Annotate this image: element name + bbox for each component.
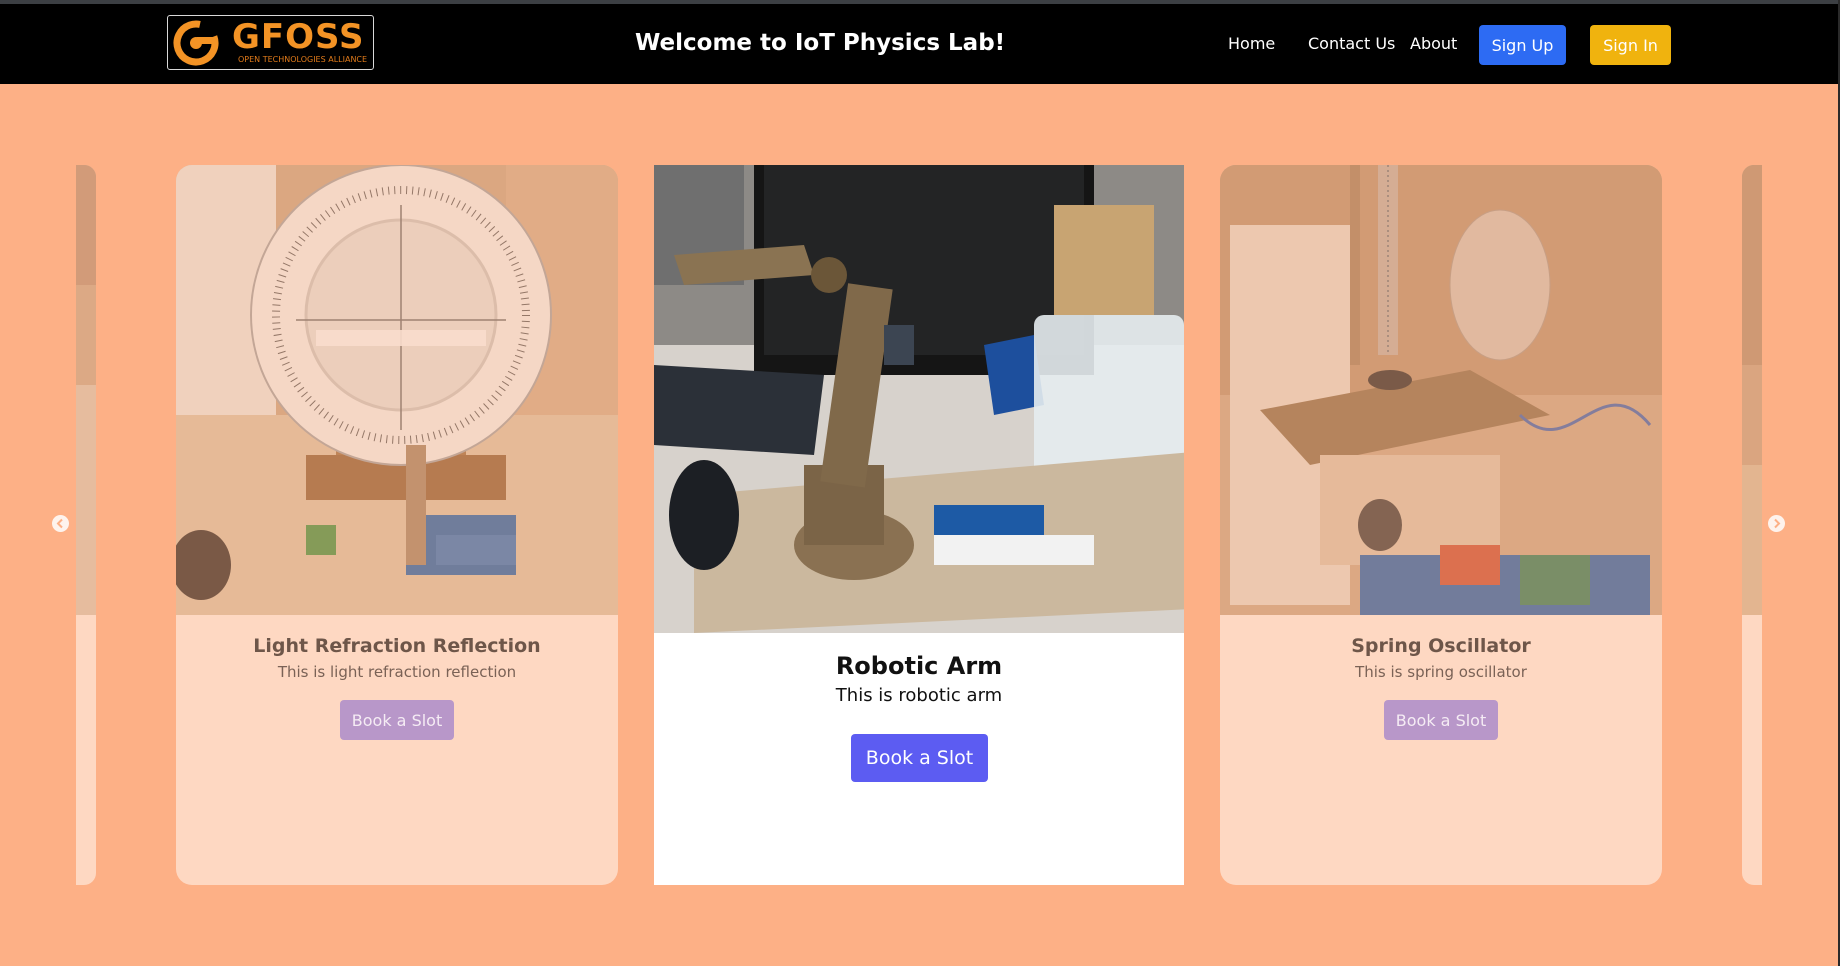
gfoss-logo[interactable]: GFOSS OPEN TECHNOLOGIES ALLIANCE [167, 15, 374, 70]
spring-oscillator-apparatus-photo [1220, 165, 1662, 615]
logo-subtext: OPEN TECHNOLOGIES ALLIANCE [238, 55, 368, 64]
card-title: Spring Oscillator [1351, 635, 1531, 657]
card-description: This is spring oscillator [1355, 663, 1527, 681]
carousel-next-button[interactable] [1768, 515, 1785, 532]
card-description: This is light refraction reflection [277, 663, 517, 681]
experiment-card-robotic-arm: Robotic Arm This is robotic arm Book a S… [654, 165, 1184, 885]
nav-contact-link[interactable]: Contact Us [1308, 34, 1395, 54]
experiment-card-light-refraction: Light Refraction Reflection This is ligh… [176, 165, 618, 885]
nav-home-link[interactable]: Home [1228, 34, 1275, 54]
robotic-arm-arduino-photo [654, 165, 1184, 633]
carousel-prev-button[interactable] [52, 515, 69, 532]
carousel: Light Refraction Reflection This is ligh… [0, 84, 1838, 966]
book-slot-button[interactable]: Book a Slot [1384, 700, 1498, 740]
sign-in-button[interactable]: Sign In [1590, 25, 1671, 65]
logo-text: GFOSS [232, 17, 365, 57]
peek-photo-left [76, 165, 96, 615]
chevron-left-icon [56, 518, 63, 529]
card-title: Robotic Arm [835, 652, 1003, 680]
protractor-optics-apparatus-photo [176, 165, 618, 615]
card-title: Light Refraction Reflection [253, 635, 541, 657]
page-title: Welcome to IoT Physics Lab! [635, 30, 1006, 56]
card-description: This is robotic arm [835, 685, 1003, 706]
gfoss-logo-icon [173, 20, 219, 66]
book-slot-button[interactable]: Book a Slot [340, 700, 454, 740]
book-slot-button[interactable]: Book a Slot [851, 734, 988, 782]
navbar: GFOSS OPEN TECHNOLOGIES ALLIANCE Welcome… [0, 4, 1838, 84]
carousel-peek-card-right [1742, 165, 1762, 885]
nav-about-link[interactable]: About [1410, 34, 1457, 54]
carousel-peek-card-left [76, 165, 96, 885]
experiment-card-spring-oscillator: Spring Oscillator This is spring oscilla… [1220, 165, 1662, 885]
peek-photo-right [1742, 165, 1762, 615]
chevron-right-icon [1774, 518, 1781, 529]
sign-up-button[interactable]: Sign Up [1479, 25, 1566, 65]
